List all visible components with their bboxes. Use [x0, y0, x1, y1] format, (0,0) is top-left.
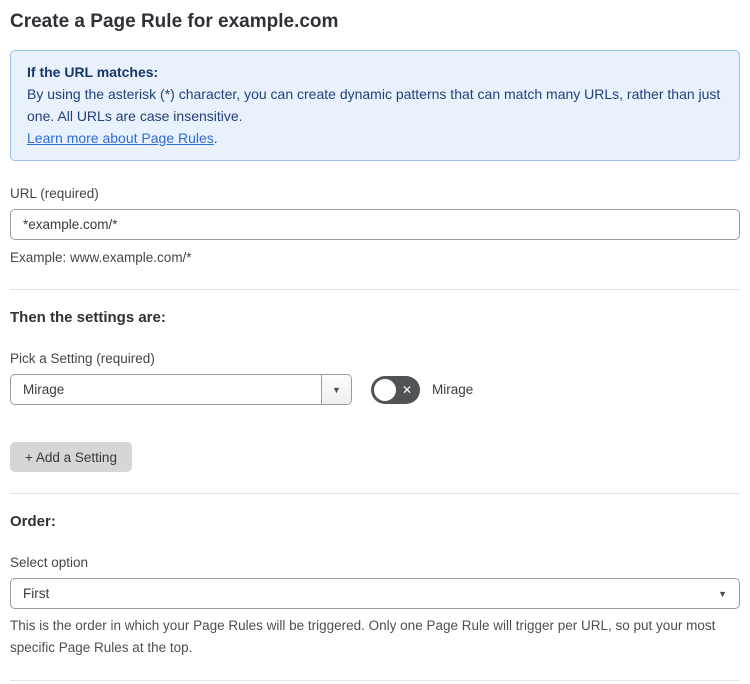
url-input[interactable] — [10, 209, 740, 240]
info-box-link-line: Learn more about Page Rules. — [27, 127, 723, 149]
order-select[interactable]: First ▼ — [10, 578, 740, 609]
setting-row: Mirage ▼ ✕ Mirage — [10, 374, 740, 405]
setting-picker-label: Pick a Setting (required) — [10, 351, 155, 366]
link-period: . — [213, 130, 218, 146]
url-match-info-box: If the URL matches: By using the asteris… — [10, 50, 740, 161]
chevron-down-icon: ▼ — [332, 384, 341, 395]
url-field-label: URL (required) — [10, 186, 99, 201]
order-select-value: First — [23, 586, 50, 601]
x-icon: ✕ — [401, 382, 412, 397]
learn-more-link[interactable]: Learn more about Page Rules — [27, 130, 214, 146]
order-section-heading: Order: — [10, 513, 56, 530]
mirage-toggle[interactable]: ✕ — [371, 375, 420, 404]
info-box-body: By using the asterisk (*) character, you… — [27, 86, 721, 124]
toggle-knob — [374, 378, 396, 401]
setting-select-value: Mirage — [23, 382, 65, 397]
mirage-toggle-label: Mirage — [432, 382, 474, 397]
page-rule-form: Create a Page Rule for example.com If th… — [0, 0, 750, 684]
chevron-down-icon: ▼ — [718, 588, 727, 599]
setting-select[interactable]: Mirage ▼ — [10, 374, 352, 405]
order-select-label: Select option — [10, 555, 89, 570]
info-box-heading: If the URL matches: — [27, 64, 159, 80]
page-title: Create a Page Rule for example.com — [10, 11, 339, 32]
divider — [10, 493, 740, 494]
divider — [10, 680, 740, 681]
add-setting-button[interactable]: + Add a Setting — [10, 442, 132, 472]
mirage-toggle-group: ✕ Mirage — [371, 375, 474, 404]
divider — [10, 289, 740, 290]
order-helper-text: This is the order in which your Page Rul… — [10, 618, 716, 655]
url-example-helper: Example: www.example.com/* — [10, 250, 192, 265]
setting-select-dropdown-button[interactable]: ▼ — [321, 375, 351, 404]
settings-section-heading: Then the settings are: — [10, 309, 166, 326]
